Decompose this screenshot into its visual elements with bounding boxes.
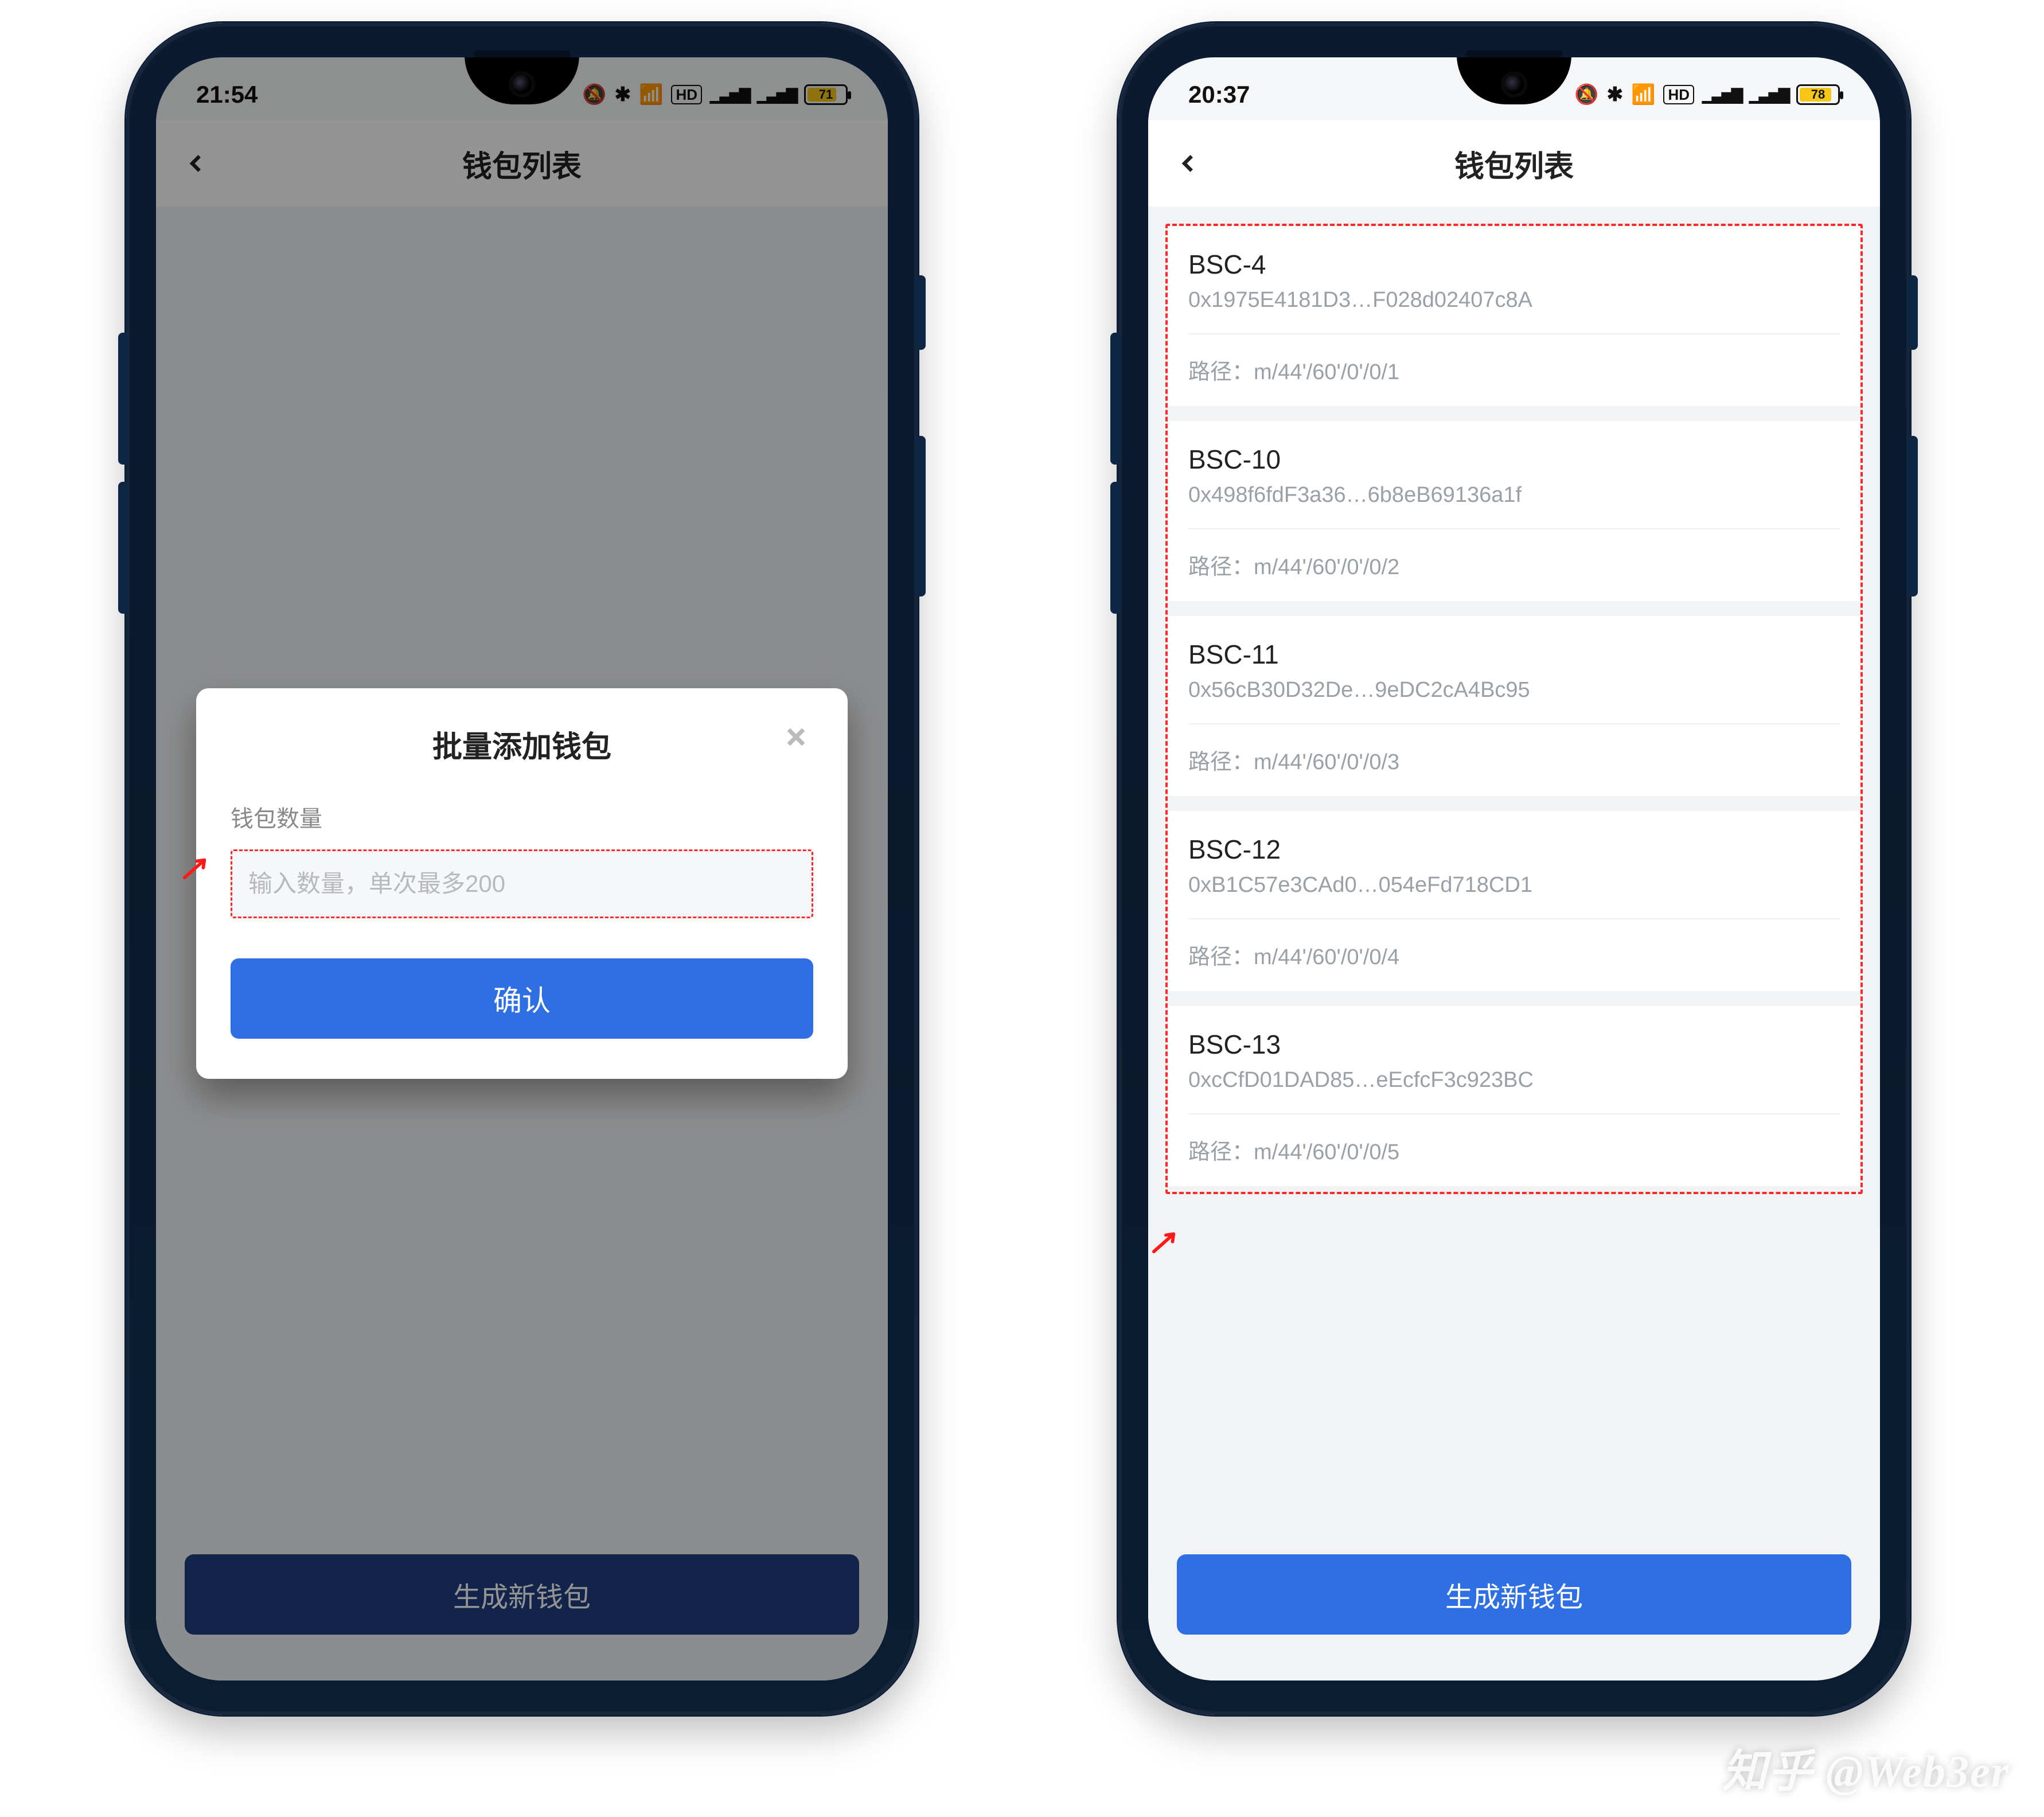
wallet-address: 0xcCfD01DAD85…eEcfcF3c923BC <box>1188 1068 1840 1093</box>
screen-left: 21:54 🔕 ✱ 📶 HD ▁▃▅▇ ▁▃▅▇ 71 <box>156 57 888 1680</box>
wallet-address: 0x56cB30D32De…9eDC2cA4Bc95 <box>1188 678 1840 703</box>
mute-icon: 🔕 <box>1574 83 1598 106</box>
generate-wallet-button[interactable]: 生成新钱包 <box>1177 1554 1851 1635</box>
bulk-add-modal: 批量添加钱包 钱包数量 确认 <box>196 688 848 1079</box>
status-time: 20:37 <box>1188 81 1250 108</box>
close-icon[interactable] <box>779 723 813 757</box>
wallet-list[interactable]: BSC-4 0x1975E4181D3…F028d02407c8A 路径：m/44'… <box>1165 224 1863 1194</box>
back-button[interactable] <box>1169 143 1209 184</box>
wallet-path: 路径：m/44'/60'/0'/0/3 <box>1188 724 1840 796</box>
app-header: 钱包列表 <box>1148 120 1880 206</box>
volume-up-button[interactable] <box>1110 333 1121 465</box>
wallet-address: 0xB1C57e3CAd0…054eFd718CD1 <box>1188 873 1840 898</box>
wallet-name: BSC-10 <box>1188 444 1840 475</box>
generate-wallet-label: 生成新钱包 <box>1445 1574 1583 1615</box>
list-gap <box>1168 601 1860 616</box>
wallet-card[interactable]: BSC-13 0xcCfD01DAD85…eEcfcF3c923BC 路径：m/44… <box>1168 1006 1860 1186</box>
bluetooth-icon: ✱ <box>1607 83 1624 106</box>
page-title: 钱包列表 <box>1454 142 1574 185</box>
quantity-label: 钱包数量 <box>231 800 813 833</box>
quantity-input-highlight <box>231 849 813 918</box>
side-button[interactable] <box>915 275 926 350</box>
wallet-name: BSC-11 <box>1188 639 1840 670</box>
wallet-path: 路径：m/44'/60'/0'/0/4 <box>1188 919 1840 991</box>
confirm-button[interactable]: 确认 <box>231 958 813 1039</box>
wallet-path: 路径：m/44'/60'/0'/0/2 <box>1188 529 1840 601</box>
battery-percent: 78 <box>1798 86 1838 103</box>
app-body: BSC-4 0x1975E4181D3…F028d02407c8A 路径：m/44'… <box>1148 206 1880 1680</box>
phone-right: 20:37 🔕 ✱ 📶 HD ▁▃▅▇ ▁▃▅▇ 78 <box>1118 23 1910 1715</box>
volume-down-button[interactable] <box>118 482 128 614</box>
wallet-card[interactable]: BSC-4 0x1975E4181D3…F028d02407c8A 路径：m/44'… <box>1168 226 1860 406</box>
modal-title: 批量添加钱包 <box>432 731 611 764</box>
confirm-label: 确认 <box>493 978 551 1019</box>
side-button[interactable] <box>1908 275 1918 350</box>
power-button[interactable] <box>915 436 926 596</box>
quantity-input[interactable] <box>248 870 795 898</box>
signal-1-icon: ▁▃▅▇ <box>1702 86 1741 104</box>
wallet-path: 路径：m/44'/60'/0'/0/1 <box>1188 334 1840 406</box>
wallet-name: BSC-13 <box>1188 1029 1840 1060</box>
list-gap <box>1168 991 1860 1006</box>
list-gap <box>1168 796 1860 811</box>
wallet-card[interactable]: BSC-12 0xB1C57e3CAd0…054eFd718CD1 路径：m/44'… <box>1168 811 1860 991</box>
power-button[interactable] <box>1908 436 1918 596</box>
signal-2-icon: ▁▃▅▇ <box>1749 86 1788 104</box>
wallet-list-highlight: BSC-4 0x1975E4181D3…F028d02407c8A 路径：m/44'… <box>1165 224 1863 1520</box>
hd-icon: HD <box>1663 85 1694 104</box>
wallet-address: 0x498f6fdF3a36…6b8eB69136a1f <box>1188 483 1840 508</box>
annotation-arrow-icon <box>182 853 209 880</box>
wallet-card[interactable]: BSC-11 0x56cB30D32De…9eDC2cA4Bc95 路径：m/44'… <box>1168 616 1860 796</box>
phone-left: 21:54 🔕 ✱ 📶 HD ▁▃▅▇ ▁▃▅▇ 71 <box>126 23 918 1715</box>
watermark: 知乎 @Web3er <box>1722 1736 2010 1800</box>
wallet-address: 0x1975E4181D3…F028d02407c8A <box>1188 288 1840 313</box>
wifi-icon: 📶 <box>1631 83 1655 106</box>
battery-icon: 78 <box>1796 84 1840 105</box>
list-gap <box>1168 406 1860 421</box>
wallet-name: BSC-4 <box>1188 249 1840 280</box>
screen-right: 20:37 🔕 ✱ 📶 HD ▁▃▅▇ ▁▃▅▇ 78 <box>1148 57 1880 1680</box>
volume-up-button[interactable] <box>118 333 128 465</box>
annotation-arrow-icon <box>1152 1227 1178 1254</box>
wallet-path: 路径：m/44'/60'/0'/0/5 <box>1188 1114 1840 1186</box>
wallet-card[interactable]: BSC-10 0x498f6fdF3a36…6b8eB69136a1f 路径：m/4… <box>1168 421 1860 601</box>
volume-down-button[interactable] <box>1110 482 1121 614</box>
wallet-name: BSC-12 <box>1188 834 1840 865</box>
